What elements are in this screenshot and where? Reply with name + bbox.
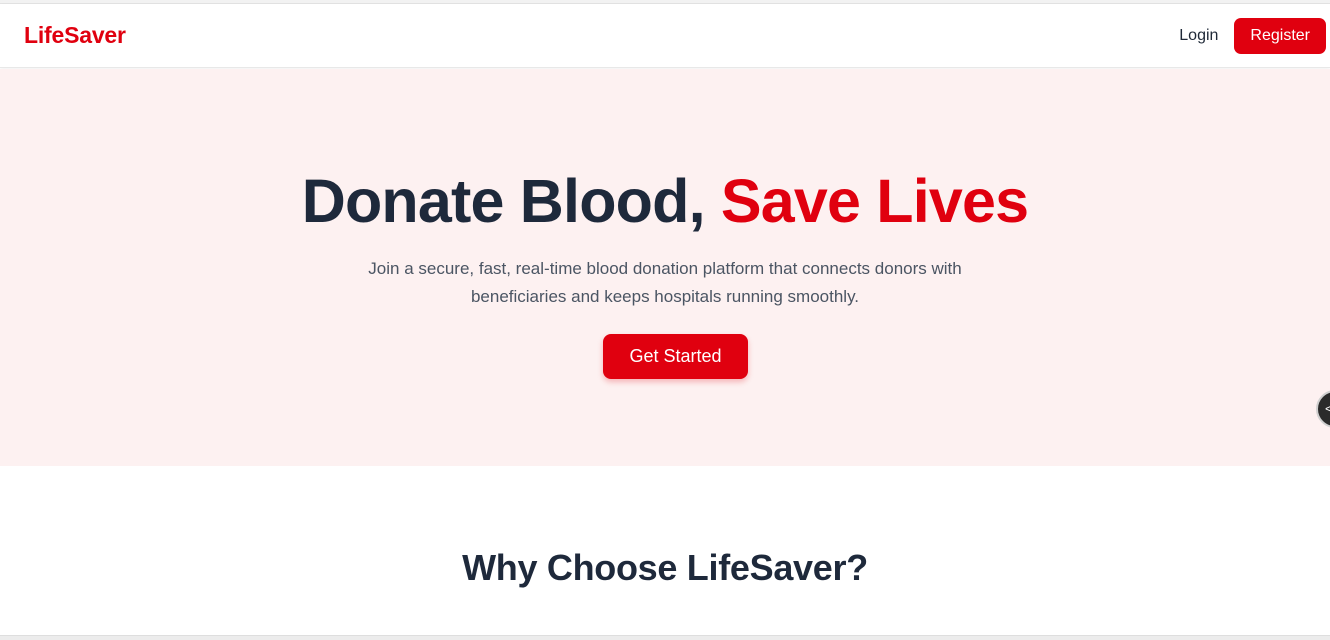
landing-page: LifeSaver Login Register Donate Blood, S… — [0, 0, 1330, 640]
nav-actions: Login Register — [1179, 18, 1326, 54]
hero-subtitle: Join a secure, fast, real-time blood don… — [368, 259, 962, 306]
hero-section: Donate Blood, Save Lives Join a secure, … — [0, 69, 1330, 466]
bottom-strip — [0, 635, 1330, 640]
code-icon: < — [1325, 401, 1330, 416]
navbar: LifeSaver Login Register — [0, 4, 1330, 68]
get-started-button[interactable]: Get Started — [603, 334, 748, 379]
login-link[interactable]: Login — [1179, 18, 1234, 54]
hero-title-accent: Save Lives — [720, 167, 1029, 235]
hero-title: Donate Blood, Save Lives — [0, 165, 1330, 237]
features-title: Why Choose LifeSaver? — [462, 547, 868, 588]
features-section: Why Choose LifeSaver? — [0, 466, 1330, 640]
hero-title-main: Donate Blood, — [301, 167, 706, 235]
register-button[interactable]: Register — [1234, 18, 1326, 54]
brand-logo[interactable]: LifeSaver — [24, 21, 126, 49]
